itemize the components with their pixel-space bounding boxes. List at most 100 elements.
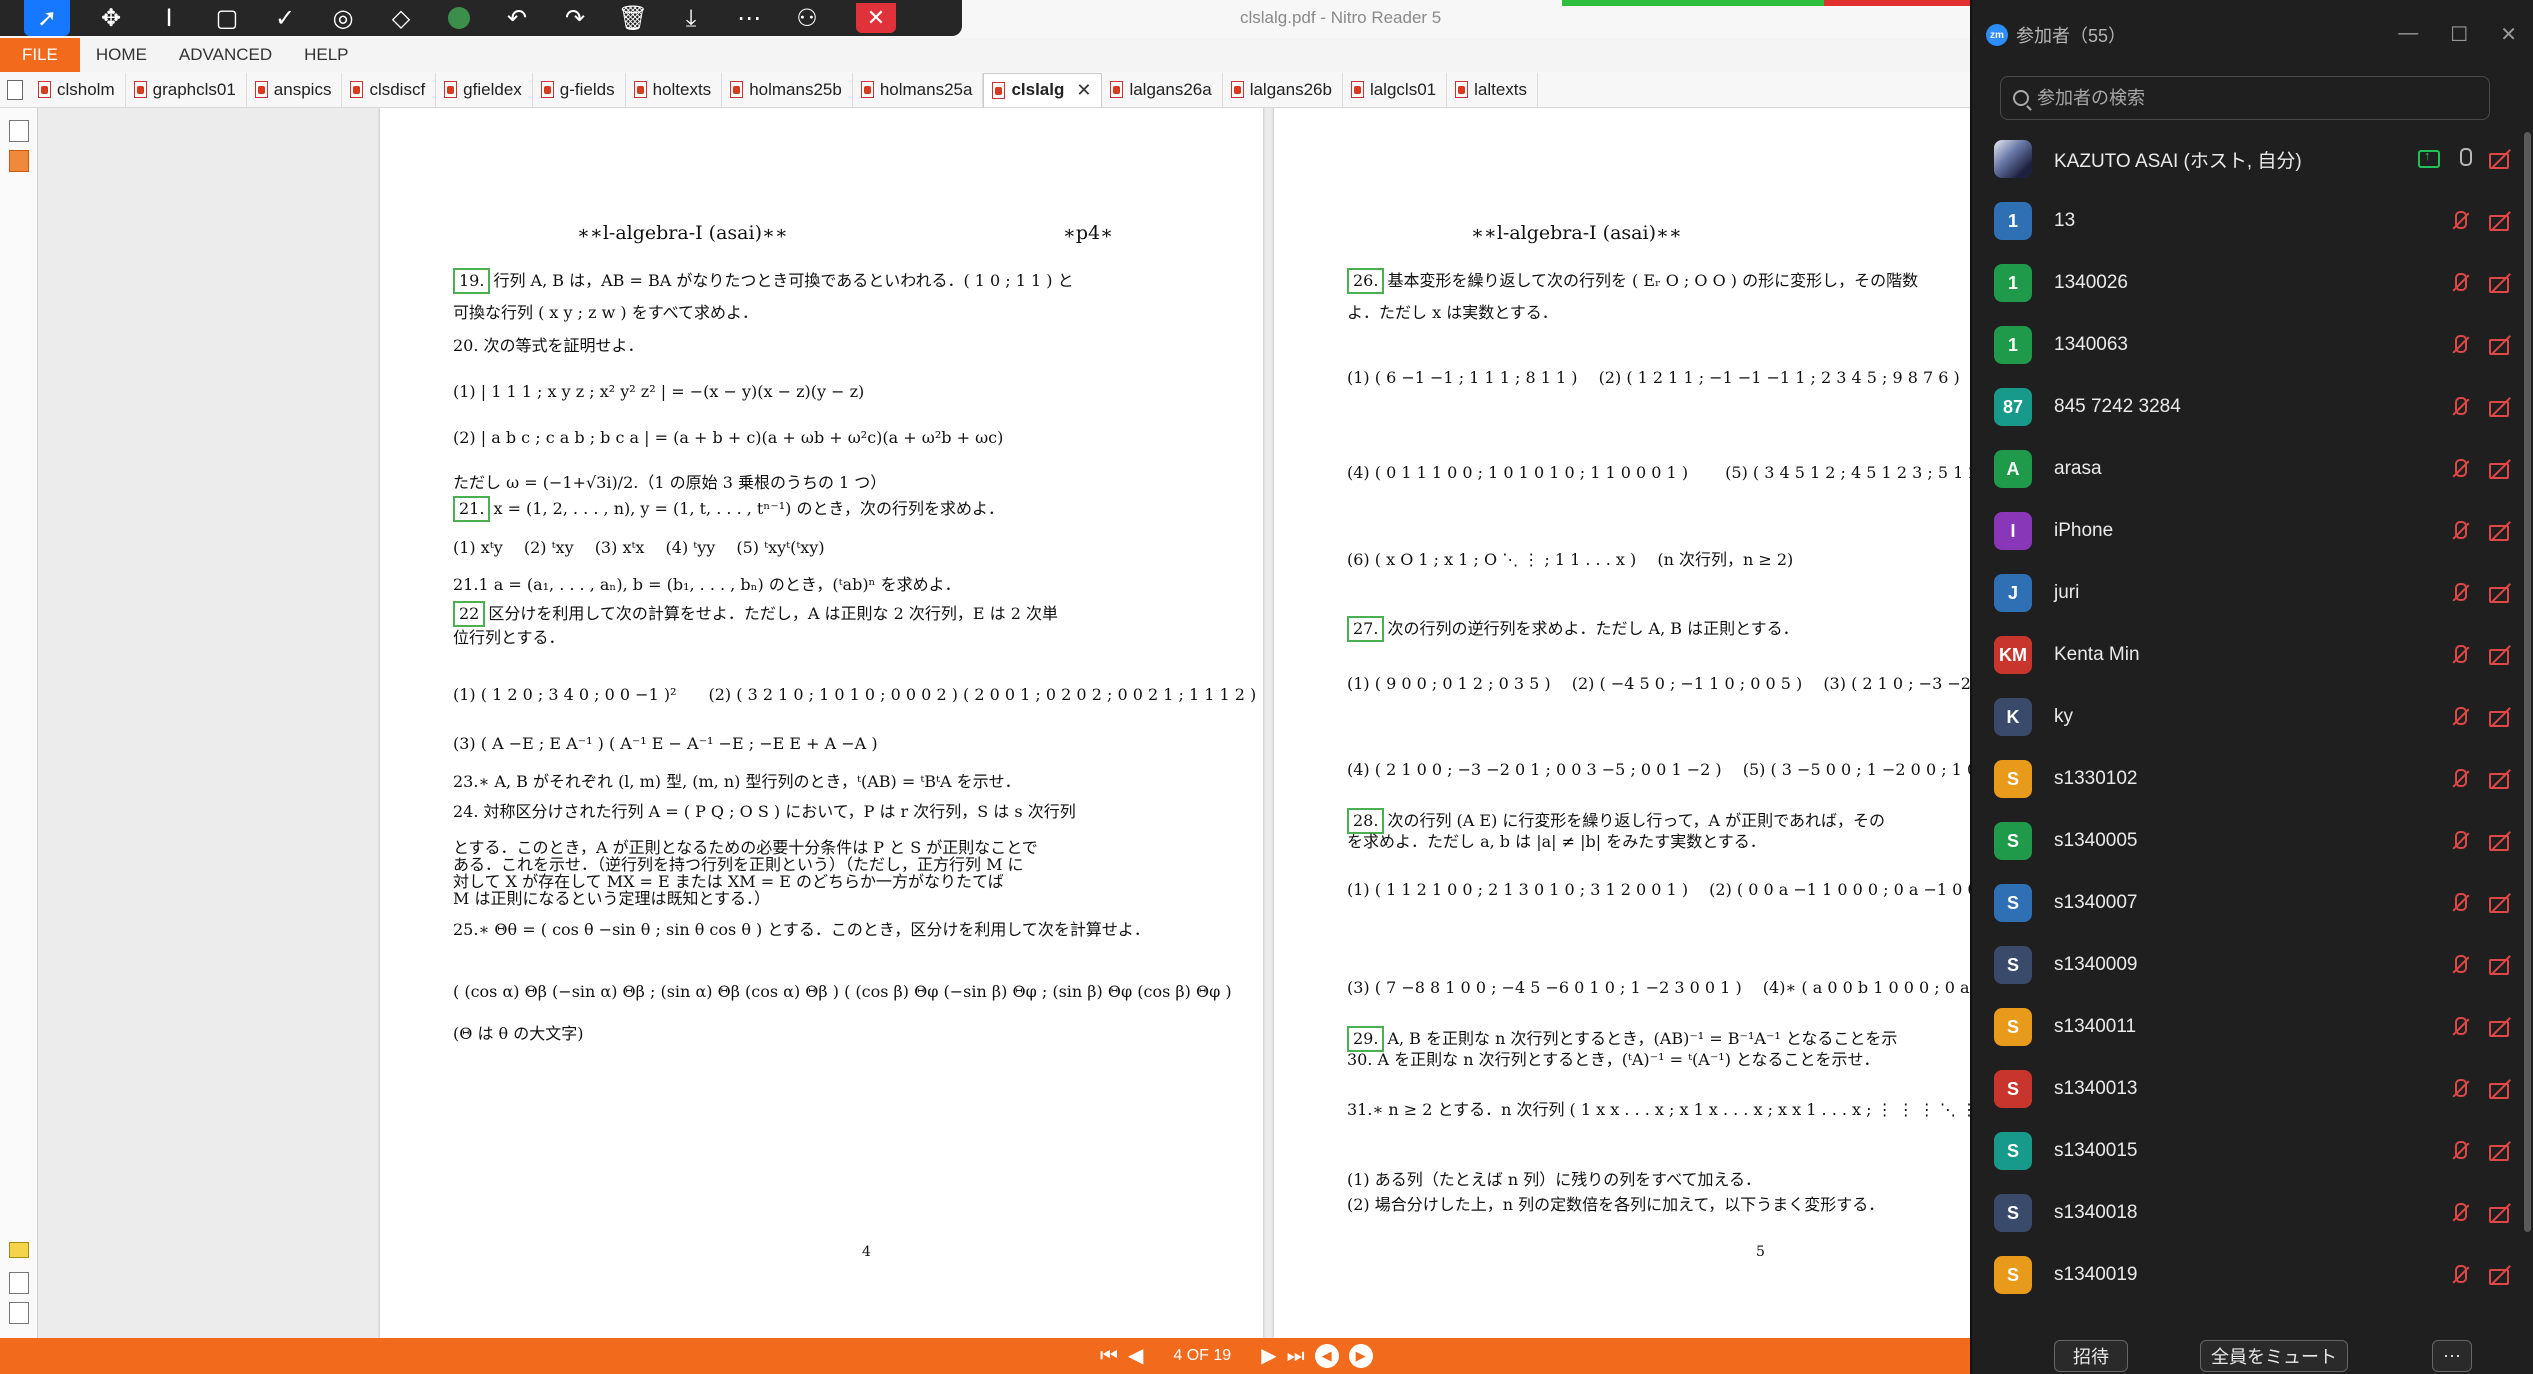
doc-tab[interactable]: lalgans26a — [1102, 72, 1223, 107]
video-off-icon[interactable] — [2488, 891, 2512, 915]
doc-tab[interactable]: anspics — [247, 72, 343, 107]
more-options-button[interactable]: ⋯ — [2432, 1340, 2472, 1372]
last-page-icon[interactable]: ⏭ — [1287, 1338, 1305, 1374]
microphone-muted-icon[interactable] — [2448, 581, 2472, 605]
page-indicator[interactable]: 4 OF 19 — [1173, 1347, 1231, 1365]
video-off-icon[interactable] — [2488, 705, 2512, 729]
participant-row[interactable]: 87 845 7242 3284 — [1972, 376, 2522, 438]
popout-icon[interactable]: ☐ — [2450, 22, 2468, 47]
participant-row[interactable]: Jjuri — [1972, 562, 2522, 624]
microphone-muted-icon[interactable] — [2448, 953, 2472, 977]
close-icon[interactable]: ✕ — [856, 3, 896, 33]
microphone-icon[interactable] — [2456, 148, 2472, 170]
video-off-icon[interactable] — [2488, 1201, 2512, 1225]
highlight-box[interactable]: 22 — [453, 601, 486, 627]
participant-row[interactable]: Ss1340013 — [1972, 1058, 2522, 1120]
doc-tab-active[interactable]: clslalg ✕ — [983, 72, 1103, 107]
participant-row[interactable]: Ss1330102 — [1972, 748, 2522, 810]
stamp-icon[interactable]: ◎ — [314, 0, 372, 36]
undo-icon[interactable]: ↶ — [488, 0, 546, 36]
video-off-icon[interactable] — [2488, 767, 2512, 791]
participant-row[interactable]: Ss1340009 — [1972, 934, 2522, 996]
microphone-muted-icon[interactable] — [2448, 1139, 2472, 1163]
highlight-box[interactable]: 19. — [453, 268, 491, 294]
microphone-muted-icon[interactable] — [2448, 519, 2472, 543]
bookmarks-icon[interactable] — [9, 150, 29, 172]
microphone-muted-icon[interactable] — [2448, 395, 2472, 419]
microphone-muted-icon[interactable] — [2448, 1077, 2472, 1101]
save-icon[interactable]: ⤓ — [662, 0, 720, 36]
participant-search-input[interactable] — [2037, 87, 2477, 109]
doc-tab[interactable]: g-fields — [533, 72, 626, 107]
page-thumbnails-icon[interactable] — [9, 120, 29, 142]
presenter-icon[interactable]: ⚇ — [778, 0, 836, 36]
doc-tab[interactable]: holmans25b — [722, 72, 853, 107]
back-view-icon[interactable]: ◀ — [1314, 1344, 1339, 1368]
video-off-icon[interactable] — [2488, 519, 2512, 543]
participant-search[interactable] — [2000, 76, 2490, 120]
first-page-icon[interactable]: ⏮ — [1100, 1338, 1118, 1374]
ribbon-tab-home[interactable]: HOME — [80, 38, 163, 72]
ribbon-tab-help[interactable]: HELP — [288, 38, 364, 72]
video-off-icon[interactable] — [2488, 1139, 2512, 1163]
microphone-muted-icon[interactable] — [2448, 1263, 2472, 1287]
video-off-icon[interactable] — [2488, 829, 2512, 853]
doc-tab[interactable]: graphcls01 — [126, 72, 247, 107]
video-off-icon[interactable] — [2488, 1015, 2512, 1039]
redo-icon[interactable]: ↷ — [546, 0, 604, 36]
participant-row[interactable]: Aarasa — [1972, 438, 2522, 500]
video-off-icon[interactable] — [2488, 643, 2512, 667]
video-off-icon[interactable] — [2488, 395, 2512, 419]
layers-icon[interactable] — [9, 1302, 29, 1324]
doc-tab[interactable]: holtexts — [626, 72, 723, 107]
participant-row[interactable]: 1 13 — [1972, 190, 2522, 252]
doc-tab[interactable]: clsdiscf — [342, 72, 437, 107]
participant-row[interactable]: 1 1340063 — [1972, 314, 2522, 376]
participant-row[interactable]: IiPhone — [1972, 500, 2522, 562]
trash-icon[interactable]: 🗑 — [604, 0, 662, 36]
text-cursor-icon[interactable]: I — [140, 0, 198, 36]
microphone-muted-icon[interactable] — [2448, 333, 2472, 357]
document-viewport[interactable]: ∗∗l-algebra-I (asai)∗∗ ∗p4∗ 19. 行列 A, B は… — [38, 108, 1970, 1338]
highlight-box[interactable]: 21. — [453, 496, 491, 522]
pointer-icon[interactable]: ➚ — [24, 0, 70, 36]
mute-all-button[interactable]: 全員をミュート — [2200, 1340, 2348, 1372]
participant-row[interactable]: Ss1340015 — [1972, 1120, 2522, 1182]
microphone-muted-icon[interactable] — [2448, 767, 2472, 791]
video-off-icon[interactable] — [2488, 581, 2512, 605]
microphone-muted-icon[interactable] — [2448, 457, 2472, 481]
microphone-muted-icon[interactable] — [2448, 1015, 2472, 1039]
eraser-icon[interactable]: ◇ — [372, 0, 430, 36]
microphone-muted-icon[interactable] — [2448, 643, 2472, 667]
microphone-muted-icon[interactable] — [2448, 891, 2472, 915]
participant-row[interactable]: Ss1340007 — [1972, 872, 2522, 934]
participant-row[interactable]: KM Kenta Min — [1972, 624, 2522, 686]
highlight-box[interactable]: 26. — [1347, 268, 1385, 294]
attachments-icon[interactable] — [9, 1272, 29, 1294]
video-off-icon[interactable] — [2488, 1263, 2512, 1287]
minimize-icon[interactable]: — — [2398, 22, 2418, 47]
microphone-muted-icon[interactable] — [2448, 271, 2472, 295]
screen-share-icon[interactable] — [2418, 148, 2440, 168]
checkmark-icon[interactable]: ✓ — [256, 0, 314, 36]
microphone-muted-icon[interactable] — [2448, 209, 2472, 233]
video-off-icon[interactable] — [2488, 147, 2512, 171]
participant-row[interactable]: Ss1340011 — [1972, 996, 2522, 1058]
tab-list-icon[interactable] — [0, 78, 30, 102]
color-picker-icon[interactable] — [430, 0, 488, 36]
video-off-icon[interactable] — [2488, 457, 2512, 481]
ribbon-tab-advanced[interactable]: ADVANCED — [163, 38, 288, 72]
comments-icon[interactable] — [9, 1242, 29, 1258]
video-off-icon[interactable] — [2488, 953, 2512, 977]
microphone-muted-icon[interactable] — [2448, 705, 2472, 729]
prev-page-icon[interactable]: ◀ — [1128, 1338, 1143, 1374]
next-page-icon[interactable]: ▶ — [1261, 1338, 1276, 1374]
forward-view-icon[interactable]: ▶ — [1348, 1344, 1373, 1368]
move-icon[interactable]: ✥ — [82, 0, 140, 36]
doc-tab[interactable]: gfieldex — [436, 72, 533, 107]
ribbon-tab-file[interactable]: FILE — [0, 38, 80, 72]
doc-tab[interactable]: holmans25a — [853, 72, 984, 107]
doc-tab[interactable]: lalgcls01 — [1343, 72, 1448, 107]
participant-row[interactable]: Ss1340018 — [1972, 1182, 2522, 1244]
doc-tab[interactable]: laltexts — [1447, 72, 1539, 107]
